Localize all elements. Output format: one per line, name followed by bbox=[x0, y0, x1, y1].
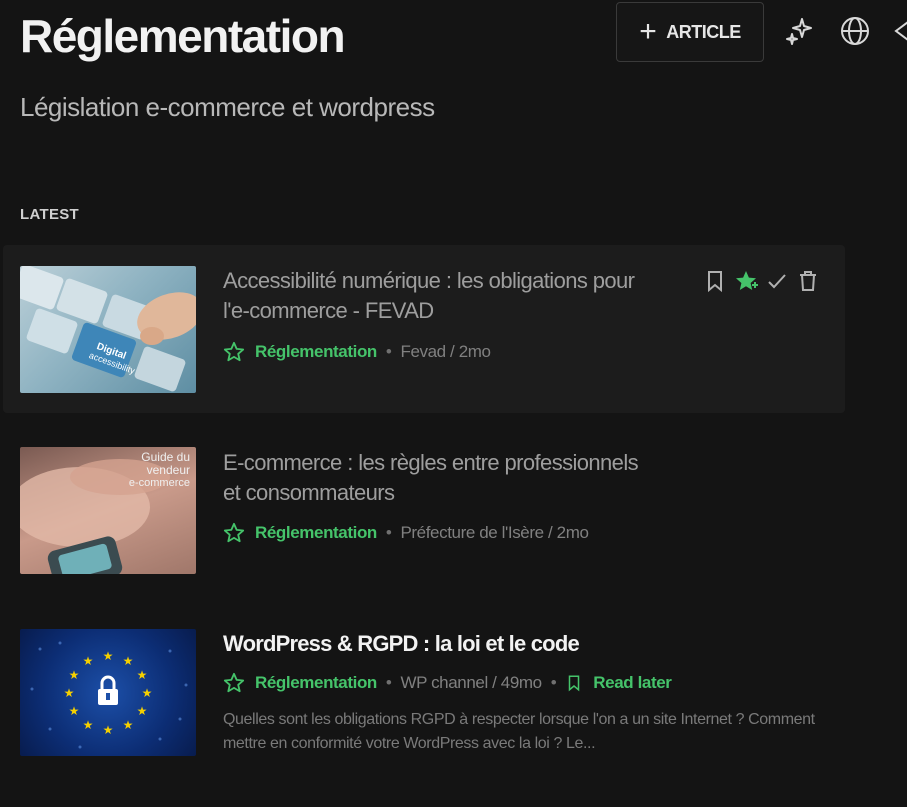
article-thumbnail: ★ ★ ★ ★ ★ ★ ★ ★ ★ ★ ★ ★ bbox=[20, 629, 196, 756]
svg-text:★: ★ bbox=[123, 718, 134, 732]
sparkles-icon[interactable] bbox=[783, 14, 817, 48]
category-link[interactable]: Réglementation bbox=[255, 342, 377, 362]
article-source: WP channel / 49mo bbox=[400, 673, 542, 692]
article-meta: Réglementation • Fevad / 2mo bbox=[223, 341, 491, 363]
svg-text:★: ★ bbox=[103, 723, 114, 737]
star-outline-icon[interactable] bbox=[223, 522, 245, 544]
article-title[interactable]: E-commerce : les règles entre profession… bbox=[223, 448, 643, 508]
article-source: Fevad / 2mo bbox=[400, 342, 491, 361]
add-article-button[interactable]: + ARTICLE bbox=[616, 2, 764, 62]
star-outline-icon[interactable] bbox=[223, 341, 245, 363]
article-meta: Réglementation • WP channel / 49mo • Rea… bbox=[223, 672, 672, 694]
article-thumbnail: Digital accessibility bbox=[20, 266, 196, 393]
read-later-link[interactable]: Read later bbox=[593, 673, 672, 693]
meta-separator: • bbox=[385, 523, 392, 542]
bookmark-icon[interactable] bbox=[565, 673, 583, 693]
add-article-label: ARTICLE bbox=[666, 21, 741, 42]
svg-text:★: ★ bbox=[137, 668, 148, 682]
meta-separator: • bbox=[385, 673, 392, 692]
star-filled-icon[interactable] bbox=[734, 269, 758, 293]
svg-text:★: ★ bbox=[83, 654, 94, 668]
article-card[interactable]: ★ ★ ★ ★ ★ ★ ★ ★ ★ ★ ★ ★ WordPress & RGPD… bbox=[3, 612, 845, 782]
thumbnail-caption: vendeur bbox=[146, 463, 190, 477]
share-icon[interactable] bbox=[890, 14, 907, 48]
article-meta: Réglementation • Préfecture de l'Isère /… bbox=[223, 522, 589, 544]
meta-separator: • bbox=[385, 342, 392, 361]
svg-text:★: ★ bbox=[142, 686, 153, 700]
globe-icon[interactable] bbox=[838, 14, 872, 48]
check-icon[interactable] bbox=[765, 269, 789, 293]
bookmark-icon[interactable] bbox=[703, 269, 727, 293]
article-thumbnail: Guide du vendeur e-commerce bbox=[20, 447, 196, 574]
article-title[interactable]: Accessibilité numérique : les obligation… bbox=[223, 266, 643, 326]
category-link[interactable]: Réglementation bbox=[255, 673, 377, 693]
trash-icon[interactable] bbox=[796, 269, 820, 293]
article-actions bbox=[703, 269, 820, 293]
page-title: Réglementation bbox=[20, 10, 346, 62]
svg-text:★: ★ bbox=[83, 718, 94, 732]
article-excerpt: Quelles sont les obligations RGPD à resp… bbox=[223, 711, 815, 752]
meta-separator: • bbox=[550, 673, 557, 692]
svg-text:★: ★ bbox=[123, 654, 134, 668]
page-subtitle: Législation e-commerce et wordpress bbox=[20, 92, 435, 122]
article-card[interactable]: Digital accessibility Accessibilité numé… bbox=[3, 245, 845, 413]
star-outline-icon[interactable] bbox=[223, 672, 245, 694]
svg-text:★: ★ bbox=[103, 649, 114, 663]
svg-text:★: ★ bbox=[69, 704, 80, 718]
plus-icon: + bbox=[639, 15, 657, 48]
category-link[interactable]: Réglementation bbox=[255, 523, 377, 543]
svg-text:★: ★ bbox=[64, 686, 75, 700]
svg-text:★: ★ bbox=[137, 704, 148, 718]
thumbnail-caption: e-commerce bbox=[128, 477, 190, 489]
article-title[interactable]: WordPress & RGPD : la loi et le code bbox=[223, 629, 823, 659]
svg-text:★: ★ bbox=[69, 668, 80, 682]
section-label: LATEST bbox=[20, 206, 80, 223]
article-card[interactable]: Guide du vendeur e-commerce E-commerce :… bbox=[3, 430, 845, 598]
article-source: Préfecture de l'Isère / 2mo bbox=[400, 523, 589, 542]
